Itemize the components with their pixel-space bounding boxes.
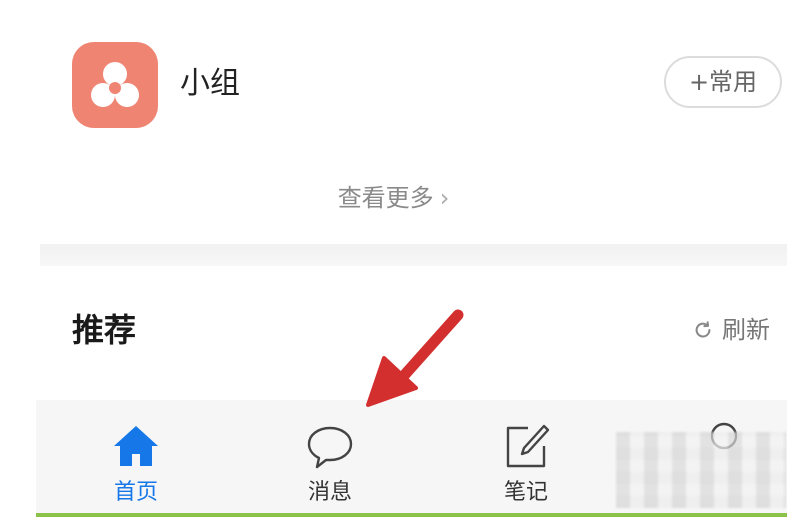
tab-messages-label: 消息 [307, 480, 352, 505]
tab-home[interactable]: 首页 [76, 418, 196, 508]
refresh-label: 刷新 [722, 316, 770, 344]
section-divider [40, 244, 787, 266]
tab-bar-bottom-line [36, 513, 787, 517]
tab-notes-label: 笔记 [503, 480, 548, 505]
tab-home-label: 首页 [113, 480, 158, 505]
group-logo-icon [91, 62, 139, 107]
home-icon [114, 426, 158, 466]
bottom-tab-bar: 首页 消息 笔记 [36, 400, 787, 513]
recommend-section-title: 推荐 [72, 311, 137, 349]
refresh-icon [695, 321, 711, 338]
edit-note-icon [506, 424, 550, 468]
group-label: 小组 [180, 66, 240, 101]
group-row[interactable]: 小组 +常用 [0, 30, 787, 140]
see-more-link[interactable]: 查看更多 › [0, 178, 787, 218]
tab-messages[interactable]: 消息 [270, 418, 390, 508]
add-to-common-button[interactable]: +常用 [664, 56, 782, 108]
chat-bubble-icon [307, 426, 353, 469]
blurred-region [616, 432, 786, 508]
tab-notes[interactable]: 笔记 [466, 418, 586, 508]
group-app-icon [72, 42, 158, 128]
chevron-right-icon: › [439, 184, 450, 212]
see-more-label: 查看更多 [337, 184, 434, 212]
refresh-button[interactable]: 刷新 [692, 310, 770, 350]
